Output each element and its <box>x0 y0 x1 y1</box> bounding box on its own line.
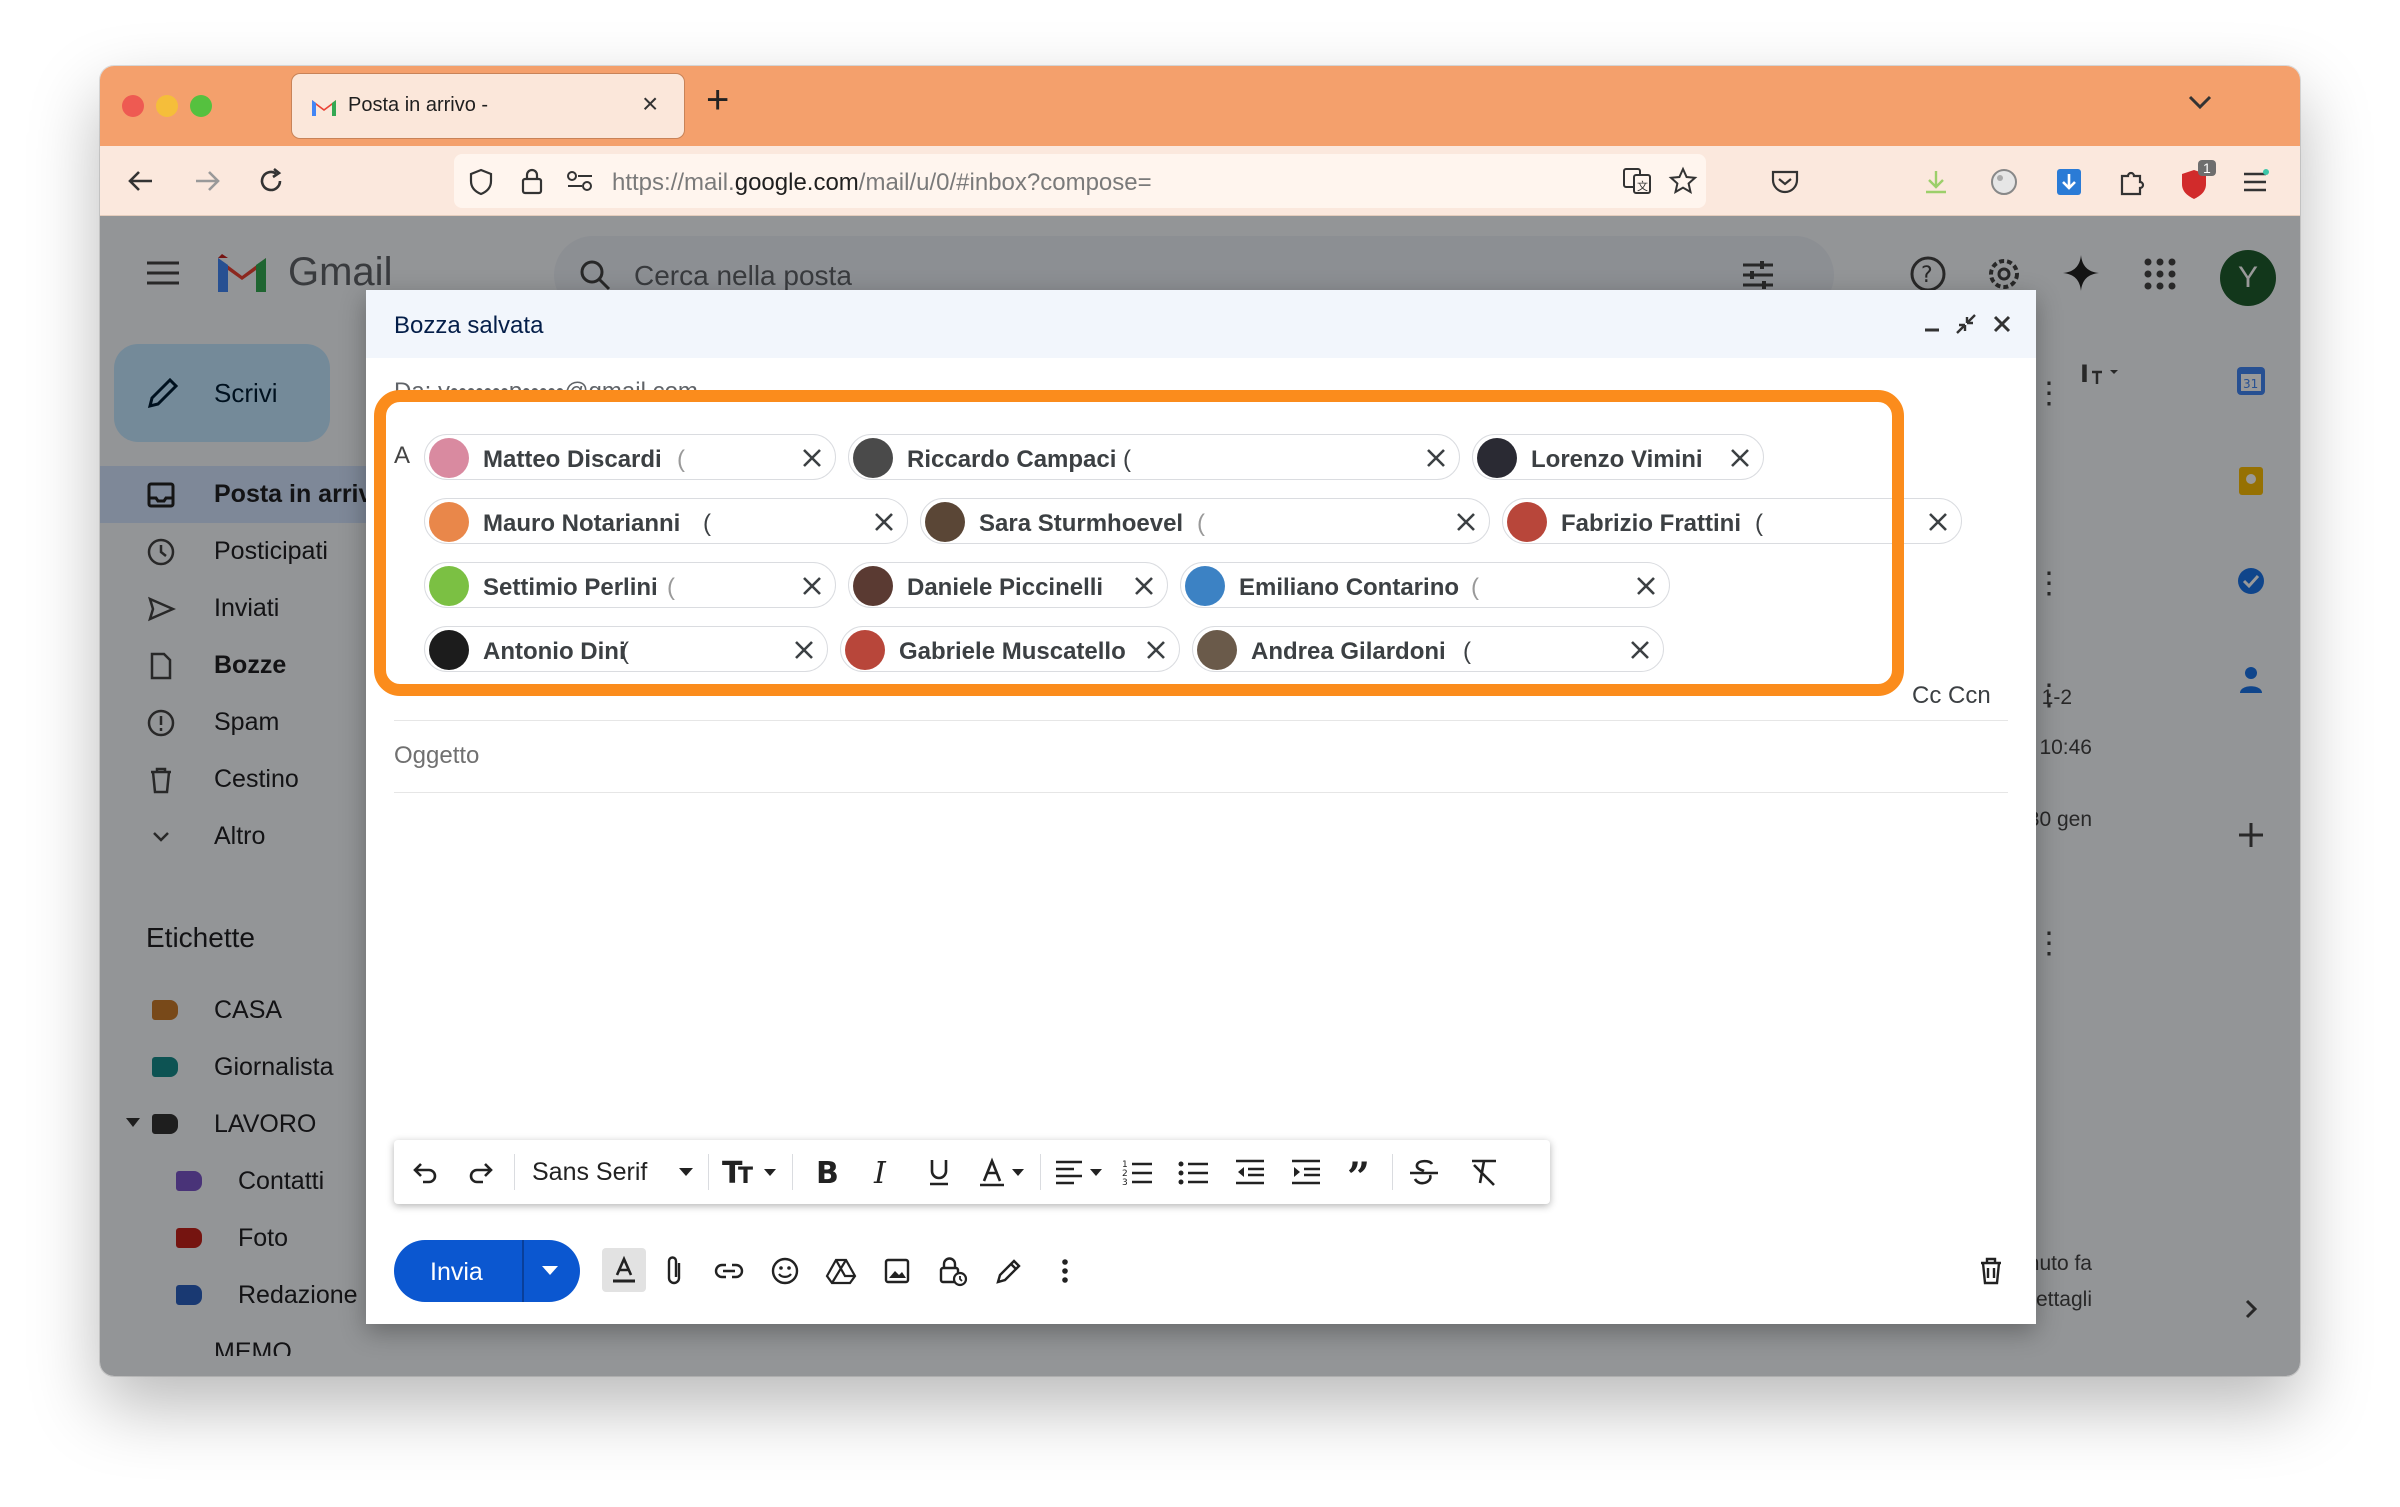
divider <box>394 792 2008 793</box>
separator <box>514 1154 515 1190</box>
send-options-dropdown-icon[interactable] <box>542 1266 558 1275</box>
cc-bcc-link[interactable]: Cc Ccn <box>1912 682 1991 710</box>
close-window-button[interactable] <box>122 95 144 117</box>
separator <box>792 1154 793 1190</box>
send-divider <box>522 1240 524 1302</box>
tab-title: Posta in arrivo - <box>348 94 489 116</box>
tab-bar: Posta in arrivo - × + <box>100 66 2300 146</box>
forward-arrow-icon[interactable] <box>188 162 226 200</box>
address-bar[interactable]: https://mail.google.com/mail/u/0/#inbox?… <box>454 154 1706 208</box>
send-button[interactable]: Invia <box>394 1240 580 1302</box>
separator <box>708 1154 709 1190</box>
reload-icon[interactable] <box>252 162 290 200</box>
bookmark-star-icon[interactable] <box>1668 166 1698 196</box>
google-drive-icon[interactable] <box>824 1254 858 1288</box>
svg-text:”: ” <box>1347 1157 1370 1187</box>
font-family-select[interactable]: Sans Serif <box>532 1158 647 1187</box>
app-menu-icon[interactable] <box>2240 168 2270 196</box>
compose-header: Bozza salvata <box>366 290 2036 358</box>
svg-text:I: I <box>873 1157 887 1187</box>
extension-badge: 1 <box>2198 160 2216 176</box>
separator <box>1040 1154 1041 1190</box>
bulleted-list-icon[interactable] <box>1176 1156 1212 1188</box>
indent-icon[interactable] <box>1288 1156 1324 1188</box>
subject-input[interactable]: Oggetto <box>394 742 479 770</box>
navigation-toolbar: https://mail.google.com/mail/u/0/#inbox?… <box>100 146 2300 216</box>
extensions-puzzle-icon[interactable] <box>2116 166 2148 198</box>
minimize-icon[interactable] <box>1918 310 1946 338</box>
text-color-icon[interactable] <box>978 1156 1030 1188</box>
url-text: https://mail.google.com/mail/u/0/#inbox?… <box>612 169 1152 197</box>
clear-formatting-icon[interactable] <box>1466 1156 1502 1188</box>
url-path: /mail/u/0/#inbox?compose= <box>858 169 1152 196</box>
font-dropdown-icon[interactable] <box>674 1156 698 1188</box>
lock-icon[interactable] <box>520 166 544 196</box>
compose-window: Bozza salvata Da: y•••••••p•••••@gmail.c… <box>366 290 2036 1324</box>
compose-title: Bozza salvata <box>394 312 544 339</box>
insert-link-icon[interactable] <box>712 1254 746 1288</box>
svg-text:3: 3 <box>1122 1178 1128 1187</box>
close-compose-icon[interactable] <box>1988 310 2016 338</box>
insert-photo-icon[interactable] <box>880 1254 914 1288</box>
extension-palette-icon[interactable] <box>1988 166 2020 198</box>
outdent-icon[interactable] <box>1232 1156 1268 1188</box>
bold-icon[interactable]: B <box>810 1156 844 1188</box>
url-prefix: https://mail. <box>612 169 735 196</box>
underline-icon[interactable] <box>922 1156 956 1188</box>
tab-close-icon[interactable]: × <box>642 88 658 120</box>
numbered-list-icon[interactable]: 123 <box>1120 1156 1156 1188</box>
url-domain: google.com <box>734 169 859 196</box>
undo-icon[interactable] <box>408 1156 442 1188</box>
signature-pen-icon[interactable] <box>992 1254 1026 1288</box>
download-manager-icon[interactable] <box>2054 166 2084 198</box>
exit-fullscreen-icon[interactable] <box>1952 310 1980 338</box>
svg-text:文: 文 <box>1637 179 1648 193</box>
tab-list-chevron-icon[interactable] <box>2182 84 2218 120</box>
remove-recipient-icon[interactable] <box>1927 511 1949 533</box>
svg-text:T: T <box>738 1164 753 1187</box>
italic-icon[interactable]: I <box>866 1156 900 1188</box>
site-permissions-icon[interactable] <box>566 170 594 192</box>
send-label: Invia <box>430 1258 483 1286</box>
tab-gmail[interactable]: Posta in arrivo - × <box>292 74 684 138</box>
pocket-icon[interactable] <box>1770 168 1800 196</box>
recipients-highlight-box <box>374 390 1904 696</box>
zoom-window-button[interactable] <box>190 95 212 117</box>
redo-icon[interactable] <box>464 1156 498 1188</box>
separator <box>1392 1154 1393 1190</box>
emoji-icon[interactable] <box>768 1254 802 1288</box>
quote-icon[interactable]: ” <box>1344 1156 1380 1188</box>
formatting-toolbar: Sans Serif TT B I 123 ” <box>394 1140 1550 1204</box>
gmail-favicon-icon <box>312 100 336 116</box>
ublock-extension-icon[interactable]: 1 <box>2176 160 2216 204</box>
translate-icon[interactable]: 文 <box>1622 166 1652 196</box>
attach-file-icon[interactable] <box>658 1254 692 1288</box>
shield-icon[interactable] <box>468 168 494 196</box>
more-options-icon[interactable] <box>1048 1254 1082 1288</box>
minimize-window-button[interactable] <box>156 95 178 117</box>
new-tab-button[interactable]: + <box>706 78 729 123</box>
divider <box>394 720 2008 721</box>
discard-draft-trash-icon[interactable] <box>1974 1254 2008 1288</box>
align-icon[interactable] <box>1054 1156 1110 1188</box>
back-arrow-icon[interactable] <box>122 162 160 200</box>
confidential-mode-icon[interactable] <box>936 1254 970 1288</box>
strikethrough-icon[interactable] <box>1406 1156 1442 1188</box>
font-size-icon[interactable]: TT <box>722 1156 780 1188</box>
formatting-options-icon[interactable] <box>602 1248 646 1292</box>
svg-text:B: B <box>816 1157 839 1187</box>
downloads-icon[interactable] <box>1922 168 1950 196</box>
